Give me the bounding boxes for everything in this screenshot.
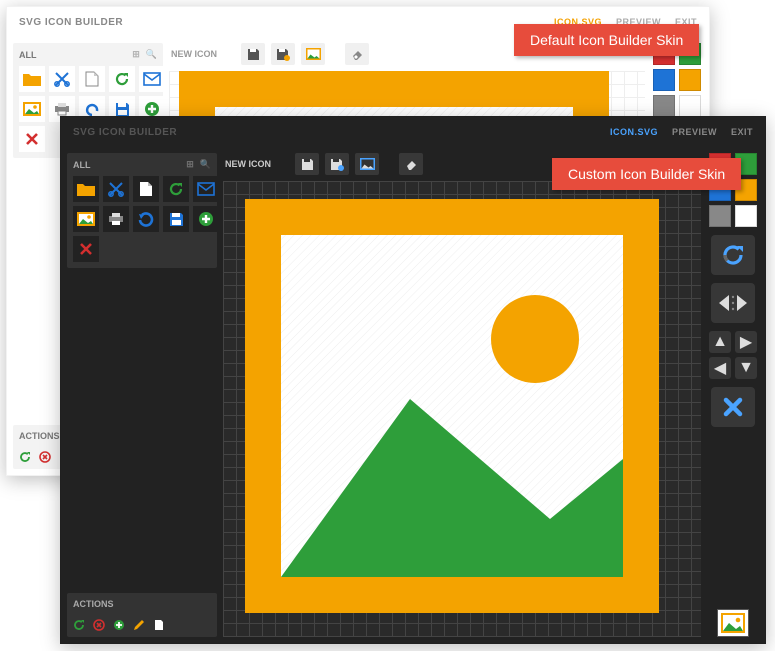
panel-actions: ACTIONS	[67, 593, 217, 637]
badge-default-skin: Default Icon Builder Skin	[514, 24, 699, 56]
tb-eraser-icon[interactable]	[399, 153, 423, 175]
printer-icon[interactable]	[103, 206, 129, 232]
nudge-arrows: ▲ ▶ ◀ ▼	[709, 331, 757, 379]
panel-actions-label: ACTIONS	[19, 431, 60, 441]
add-icon[interactable]	[193, 206, 219, 232]
panel-actions-label: ACTIONS	[73, 599, 114, 609]
picture-icon[interactable]	[19, 96, 45, 122]
scissors-icon[interactable]	[49, 66, 75, 92]
document-icon[interactable]	[79, 66, 105, 92]
panel-all: ALL ⊞ 🔍	[67, 153, 217, 268]
tb-save-icon[interactable]	[241, 43, 265, 65]
badge-custom-skin: Custom Icon Builder Skin	[552, 158, 741, 190]
scissors-icon[interactable]	[103, 176, 129, 202]
arrow-down-icon[interactable]: ▼	[735, 357, 757, 379]
link-iconsvg[interactable]: ICON.SVG	[610, 127, 658, 137]
panel-all-label: ALL	[73, 160, 91, 170]
tb-picture-icon[interactable]	[355, 153, 379, 175]
right-column: ▲ ▶ ◀ ▼	[701, 147, 765, 643]
arrow-right-icon[interactable]: ▶	[735, 331, 757, 353]
swatch-gray[interactable]	[653, 95, 675, 117]
canvas[interactable]	[223, 181, 701, 637]
close-icon[interactable]	[73, 236, 99, 262]
close-tool-icon[interactable]	[711, 387, 755, 427]
action-doc-icon[interactable]	[153, 619, 165, 631]
app-title: SVG ICON BUILDER	[73, 127, 177, 138]
action-edit-icon[interactable]	[133, 619, 145, 631]
filter-icon[interactable]: ⊞	[186, 159, 194, 170]
swatch-white[interactable]	[679, 95, 701, 117]
undo-icon[interactable]	[133, 206, 159, 232]
tb-saveas-icon[interactable]	[325, 153, 349, 175]
search-icon[interactable]: 🔍	[146, 49, 157, 60]
link-preview[interactable]: PREVIEW	[672, 127, 717, 137]
mail-icon[interactable]	[139, 66, 165, 92]
swatch-orange[interactable]	[679, 69, 701, 91]
refresh-icon[interactable]	[109, 66, 135, 92]
window-dark: SVG ICON BUILDER ICON.SVG PREVIEW EXIT A…	[60, 116, 766, 644]
center-area: NEW ICON	[223, 147, 701, 643]
action-delete-icon[interactable]	[93, 619, 105, 631]
filter-icon[interactable]: ⊞	[132, 49, 140, 60]
panel-all-label: ALL	[19, 50, 37, 60]
save-icon[interactable]	[163, 206, 189, 232]
new-icon-label: NEW ICON	[225, 159, 275, 169]
top-links: ICON.SVG PREVIEW EXIT	[610, 127, 753, 137]
folder-icon[interactable]	[73, 176, 99, 202]
refresh-icon[interactable]	[163, 176, 189, 202]
new-icon-label: NEW ICON	[171, 49, 221, 59]
app-title: SVG ICON BUILDER	[19, 17, 123, 28]
tb-picture-icon[interactable]	[301, 43, 325, 65]
picture-icon[interactable]	[73, 206, 99, 232]
mirror-icon[interactable]	[711, 283, 755, 323]
link-exit[interactable]: EXIT	[731, 127, 753, 137]
action-add-icon[interactable]	[113, 619, 125, 631]
action-delete-icon[interactable]	[39, 451, 51, 463]
arrow-left-icon[interactable]: ◀	[709, 357, 731, 379]
close-icon[interactable]	[19, 126, 45, 152]
rotate-icon[interactable]	[711, 235, 755, 275]
arrow-up-icon[interactable]: ▲	[709, 331, 731, 353]
action-refresh-icon[interactable]	[73, 619, 85, 631]
tb-saveas-icon[interactable]	[271, 43, 295, 65]
titlebar: SVG ICON BUILDER ICON.SVG PREVIEW EXIT	[61, 117, 765, 147]
swatch-blue[interactable]	[653, 69, 675, 91]
icon-grid	[73, 176, 211, 262]
left-palette: ALL ⊞ 🔍	[61, 147, 223, 643]
mail-icon[interactable]	[193, 176, 219, 202]
artwork-picture	[245, 199, 659, 613]
folder-icon[interactable]	[19, 66, 45, 92]
document-icon[interactable]	[133, 176, 159, 202]
action-refresh-icon[interactable]	[19, 451, 31, 463]
search-icon[interactable]: 🔍	[200, 159, 211, 170]
tb-eraser-icon[interactable]	[345, 43, 369, 65]
thumbnail-preview[interactable]	[717, 609, 749, 637]
tb-save-icon[interactable]	[295, 153, 319, 175]
swatch-white[interactable]	[735, 205, 757, 227]
swatch-gray[interactable]	[709, 205, 731, 227]
